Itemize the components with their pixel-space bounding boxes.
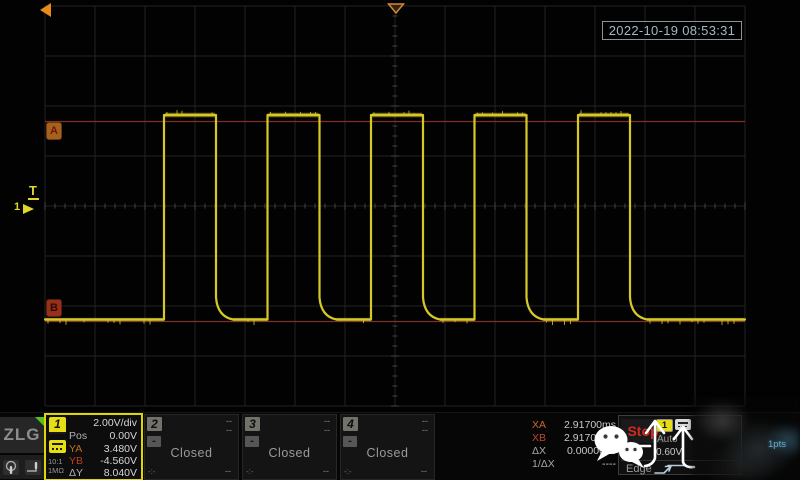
trigger-level-label: T xyxy=(29,183,37,198)
ch1-ya-label: YA xyxy=(69,443,83,455)
ch4-probe-placeholder: -:- xyxy=(344,467,352,476)
trigger-source-badge[interactable]: 1 xyxy=(656,419,673,432)
ch4-status: Closed xyxy=(366,446,409,460)
waveform-display xyxy=(43,5,747,407)
touch-tap-icon[interactable] xyxy=(24,459,42,476)
datetime-display: 2022-10-19 08:53:31 xyxy=(602,21,742,40)
trigger-level-underline xyxy=(27,198,39,200)
channel2-badge[interactable]: 2 xyxy=(147,417,162,431)
touch-press-icon[interactable] xyxy=(2,459,20,476)
channel4-badge[interactable]: 4 xyxy=(343,417,358,431)
cursor-xa-label: XA xyxy=(532,419,547,431)
cursor-xa-value: 2.91700ms xyxy=(564,419,616,431)
channel1-panel[interactable]: 1 10:1 1MΩ 2.00V/div Pos 0.00V YA 3.480V… xyxy=(44,413,143,480)
ch2-pos-placeholder: -- xyxy=(226,425,232,435)
ch1-dc-coupling-icon xyxy=(49,440,66,453)
cursor-dx-label: ΔX xyxy=(532,445,547,457)
cursor-dx-value: 0.00000us xyxy=(566,445,616,457)
cursor-a-handle[interactable]: A xyxy=(46,122,62,140)
trigger-panel[interactable]: Stop 1 Auto 0.60V Edge xyxy=(618,415,742,475)
trigger-mode[interactable]: Auto xyxy=(657,434,678,445)
ch2-status: Closed xyxy=(170,446,213,460)
ch2-value-placeholder: -- xyxy=(225,466,231,476)
trigger-coupling-icon[interactable] xyxy=(675,419,691,430)
brand-logo-text: ZLG xyxy=(3,425,41,444)
ch1-probe-ratio: 10:1 xyxy=(48,457,63,466)
cursor-xb-value: 2.91700ms xyxy=(564,432,616,444)
ch1-ya-value: 3.480V xyxy=(103,443,137,455)
channel1-badge[interactable]: 1 xyxy=(49,417,66,434)
ch3-status: Closed xyxy=(268,446,311,460)
channel3-badge[interactable]: 3 xyxy=(245,417,260,431)
ch2-probe-placeholder: -:- xyxy=(148,467,156,476)
ch1-ground-label: 1 xyxy=(14,201,21,213)
ch1-ground-arrow-icon xyxy=(23,204,35,214)
touch-controls xyxy=(0,455,44,479)
ch1-dy-label: ΔY xyxy=(69,467,84,479)
ch1-yb-value: -4.560V xyxy=(100,455,137,467)
cursor-xb-label: XB xyxy=(532,432,547,444)
status-bar: ZLG 1 10:1 1MΩ 2.00V/div Pos 0.00V YA 3.… xyxy=(0,412,800,480)
ch1-yb-label: YB xyxy=(69,455,84,467)
rising-edge-icon[interactable] xyxy=(653,462,689,476)
channel2-panel[interactable]: 2 -- -- - Closed -:- -- xyxy=(144,414,239,480)
ch4-pos-placeholder: -- xyxy=(422,425,428,435)
oscilloscope-screen: 2022-10-19 08:53:31 A B T 1 ZLG 1 10:1 1… xyxy=(0,0,800,480)
ch1-impedance: 1MΩ xyxy=(48,466,65,475)
brand-logo: ZLG xyxy=(0,417,44,453)
channel4-panel[interactable]: 4 -- -- - Closed -:- -- xyxy=(340,414,435,480)
corner-flag-icon xyxy=(35,417,44,426)
cursor-invdx-label: 1/ΔX xyxy=(532,458,555,470)
ch1-ground-marker[interactable]: 1 xyxy=(14,201,35,215)
ch1-pos-label: Pos xyxy=(69,430,88,442)
ch1-dy-value: 8.040V xyxy=(103,467,137,479)
ch3-probe-placeholder: -:- xyxy=(246,467,254,476)
trigger-level-marker[interactable]: T xyxy=(20,184,46,200)
cursor-b-handle[interactable]: B xyxy=(46,299,62,317)
ch3-value-placeholder: -- xyxy=(323,466,329,476)
ch1-pos-value: 0.00V xyxy=(109,430,137,442)
ch4-value-placeholder: -- xyxy=(421,466,427,476)
cursor-measurement-panel[interactable]: XA 2.91700ms XB 2.91700ms ΔX 0.00000us 1… xyxy=(528,417,620,475)
trigger-type[interactable]: Edge xyxy=(626,463,652,475)
trigger-position-marker-icon[interactable] xyxy=(387,3,405,15)
trigger-level-value[interactable]: 0.60V xyxy=(656,447,682,458)
cursor-invdx-value: ---- xyxy=(602,458,616,470)
trigger-panel-divider xyxy=(621,460,739,461)
channel3-panel[interactable]: 3 -- -- - Closed -:- -- xyxy=(242,414,337,480)
ch3-pos-placeholder: -- xyxy=(324,425,330,435)
ch1-volts-per-div: 2.00V/div xyxy=(93,417,137,429)
